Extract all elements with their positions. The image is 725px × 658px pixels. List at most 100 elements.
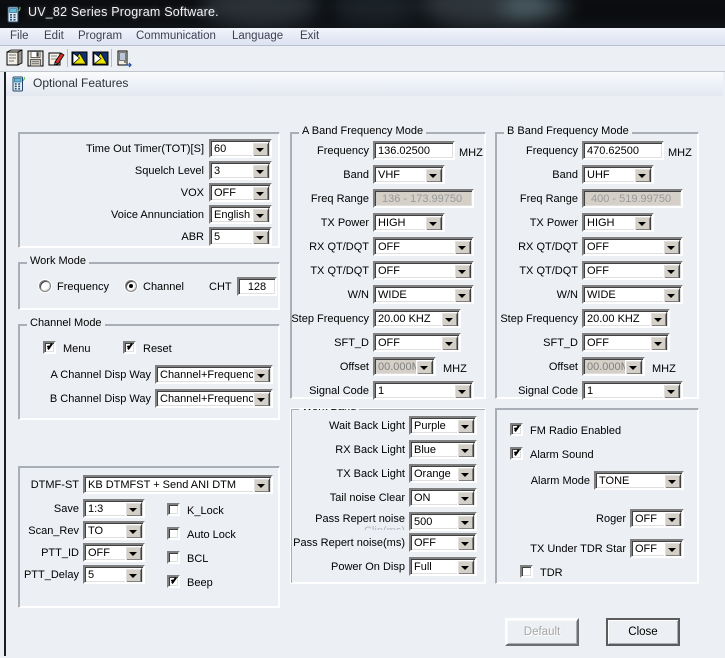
chevron-down-icon[interactable] — [664, 474, 681, 488]
squelch-level-combo[interactable]: 3 — [209, 161, 272, 180]
tdr-checkbox[interactable] — [520, 565, 533, 578]
a-frequency-input[interactable]: 136.02500 — [373, 141, 455, 160]
write-to-radio-icon[interactable] — [90, 48, 111, 69]
chevron-down-icon[interactable] — [253, 368, 270, 382]
chevron-down-icon[interactable] — [650, 336, 667, 350]
save-combo[interactable]: 1:3 — [83, 499, 145, 518]
pass-repert-noise-ms-combo[interactable]: OFF — [409, 533, 477, 552]
abr-combo[interactable]: 5 — [209, 227, 272, 246]
chevron-down-icon[interactable] — [664, 542, 681, 556]
b-step-frequency-combo[interactable]: 20.00 KHZ — [582, 309, 670, 328]
tx-under-tdr-star-combo[interactable]: OFF — [630, 539, 684, 558]
b-channel-disp-combo[interactable]: Channel+Frequency — [155, 389, 273, 408]
radio-channel-mode[interactable] — [125, 280, 137, 292]
tail-noise-clear-combo[interactable]: ON — [409, 488, 477, 507]
dtmf-st-combo[interactable]: KB DTMFST + Send ANI DTM — [83, 475, 273, 494]
a-band-combo[interactable]: VHF — [373, 165, 445, 184]
chevron-down-icon[interactable] — [457, 515, 474, 529]
chevron-down-icon[interactable] — [125, 546, 142, 560]
tx-back-light-combo[interactable]: Orange — [409, 464, 477, 483]
chevron-down-icon[interactable] — [441, 336, 458, 350]
a-channel-disp-combo[interactable]: Channel+Frequency — [155, 365, 273, 384]
beep-checkbox[interactable] — [167, 575, 180, 588]
chevron-down-icon[interactable] — [457, 443, 474, 457]
chevron-down-icon[interactable] — [253, 392, 270, 406]
b-frequency-input[interactable]: 470.62500 — [582, 141, 664, 160]
vox-combo[interactable]: OFF — [209, 183, 272, 202]
chevron-down-icon[interactable] — [252, 186, 269, 200]
b-band-combo[interactable]: UHF — [582, 165, 654, 184]
save-file-icon[interactable] — [25, 48, 46, 69]
chevron-down-icon[interactable] — [416, 360, 433, 374]
b-wn-combo[interactable]: WIDE — [582, 285, 683, 304]
chevron-down-icon[interactable] — [457, 467, 474, 481]
chevron-down-icon[interactable] — [454, 288, 471, 302]
chevron-down-icon[interactable] — [457, 536, 474, 550]
menu-program[interactable]: Program — [76, 30, 124, 42]
chevron-down-icon[interactable] — [425, 168, 442, 182]
read-from-radio-icon[interactable] — [69, 48, 90, 69]
chevron-down-icon[interactable] — [634, 216, 651, 230]
reset-checkbox[interactable] — [123, 341, 136, 354]
chevron-down-icon[interactable] — [125, 568, 142, 582]
close-button[interactable]: Close — [606, 618, 680, 646]
chevron-down-icon[interactable] — [125, 502, 142, 516]
menu-checkbox[interactable] — [43, 341, 56, 354]
chevron-down-icon[interactable] — [457, 560, 474, 574]
fm-radio-enabled-checkbox[interactable] — [510, 423, 523, 436]
menu-communication[interactable]: Communication — [134, 30, 218, 42]
chevron-down-icon[interactable] — [663, 240, 680, 254]
chevron-down-icon[interactable] — [425, 216, 442, 230]
exit-door-icon[interactable] — [113, 48, 134, 69]
chevron-down-icon[interactable] — [663, 384, 680, 398]
menu-language[interactable]: Language — [230, 30, 285, 42]
chevron-down-icon[interactable] — [650, 312, 667, 326]
time-out-timer-combo[interactable]: 60 — [209, 139, 272, 158]
b-tx-power-combo[interactable]: HIGH — [582, 213, 654, 232]
chevron-down-icon[interactable] — [252, 208, 269, 222]
a-signal-code-combo[interactable]: 1 — [373, 381, 474, 400]
roger-combo[interactable]: OFF — [630, 509, 684, 528]
scan-rev-combo[interactable]: TO — [83, 521, 145, 540]
chevron-down-icon[interactable] — [252, 164, 269, 178]
ptt-id-combo[interactable]: OFF — [83, 543, 145, 562]
alarm-mode-combo[interactable]: TONE — [594, 471, 684, 490]
radio-frequency-mode[interactable] — [39, 280, 51, 292]
chevron-down-icon[interactable] — [663, 288, 680, 302]
b-rx-qt-combo[interactable]: OFF — [582, 237, 683, 256]
menu-edit[interactable]: Edit — [42, 30, 66, 42]
a-tx-power-combo[interactable]: HIGH — [373, 213, 445, 232]
chevron-down-icon[interactable] — [125, 524, 142, 538]
a-rx-qt-combo[interactable]: OFF — [373, 237, 474, 256]
b-sft-d-combo[interactable]: OFF — [582, 333, 670, 352]
chevron-down-icon[interactable] — [663, 264, 680, 278]
chevron-down-icon[interactable] — [457, 491, 474, 505]
rx-back-light-combo[interactable]: Blue — [409, 440, 477, 459]
a-tx-qt-combo[interactable]: OFF — [373, 261, 474, 280]
edit-pen-icon[interactable] — [46, 48, 67, 69]
a-wn-combo[interactable]: WIDE — [373, 285, 474, 304]
power-on-disp-combo[interactable]: Full — [409, 557, 477, 576]
voice-annunciation-combo[interactable]: English — [209, 205, 272, 224]
cht-input[interactable]: 128 — [237, 277, 277, 296]
chevron-down-icon[interactable] — [454, 384, 471, 398]
chevron-down-icon[interactable] — [634, 168, 651, 182]
chevron-down-icon[interactable] — [454, 240, 471, 254]
chevron-down-icon[interactable] — [625, 360, 642, 374]
chevron-down-icon[interactable] — [441, 312, 458, 326]
chevron-down-icon[interactable] — [457, 419, 474, 433]
chevron-down-icon[interactable] — [252, 230, 269, 244]
menu-file[interactable]: File — [8, 30, 31, 42]
a-offset-combo[interactable]: 00.000M — [373, 357, 436, 376]
chevron-down-icon[interactable] — [252, 142, 269, 156]
a-sft-d-combo[interactable]: OFF — [373, 333, 461, 352]
b-tx-qt-combo[interactable]: OFF — [582, 261, 683, 280]
alarm-sound-checkbox[interactable] — [510, 447, 523, 460]
ptt-delay-combo[interactable]: 5 — [83, 565, 145, 584]
default-button[interactable]: Default — [505, 618, 579, 646]
wait-back-light-combo[interactable]: Purple — [409, 416, 477, 435]
chevron-down-icon[interactable] — [253, 478, 270, 492]
bcl-checkbox[interactable] — [167, 551, 180, 564]
auto-lock-checkbox[interactable] — [167, 527, 180, 540]
k-lock-checkbox[interactable] — [167, 503, 180, 516]
